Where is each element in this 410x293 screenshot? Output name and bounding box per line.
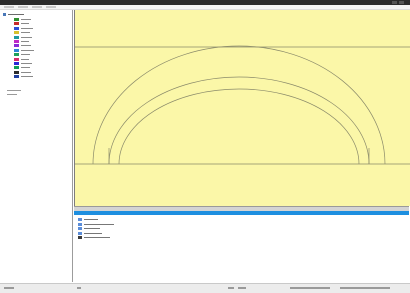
- tree-item-label: [21, 63, 32, 64]
- message-icon: [78, 227, 82, 230]
- tree-item[interactable]: [14, 70, 31, 74]
- status-field: [290, 287, 330, 289]
- tree-item-label: [21, 58, 29, 60]
- tree-item[interactable]: [14, 62, 32, 65]
- layer-color-icon: [14, 57, 19, 61]
- tree-item-label: [21, 45, 31, 47]
- menu-item[interactable]: [32, 6, 42, 8]
- message-text: [84, 232, 102, 234]
- messages-tab[interactable]: [74, 211, 409, 215]
- message-icon: [78, 218, 82, 221]
- outer-arc: [92, 45, 386, 165]
- layer-color-icon: [14, 26, 19, 30]
- model-icon: [3, 13, 6, 16]
- layer-color-icon: [14, 53, 19, 57]
- tree-item[interactable]: [14, 53, 30, 57]
- layer-color-icon: [14, 40, 19, 43]
- layer-color-icon: [14, 18, 19, 21]
- close-icon[interactable]: [399, 1, 404, 4]
- tree-item-label: [21, 41, 29, 42]
- minimize-icon[interactable]: [392, 1, 397, 4]
- tree-item-label: [21, 23, 29, 25]
- tree-item[interactable]: [14, 40, 29, 43]
- message-row[interactable]: [78, 227, 100, 230]
- tree-item-label: [21, 49, 34, 51]
- layer-color-icon: [14, 44, 19, 48]
- tree-item-label: [21, 67, 30, 69]
- tree-root-label: [8, 14, 24, 15]
- tree-item[interactable]: [14, 35, 32, 39]
- tree-item[interactable]: [7, 94, 17, 95]
- layer-color-icon: [14, 70, 19, 74]
- menu-item[interactable]: [46, 6, 56, 8]
- message-text: [84, 219, 98, 220]
- message-icon: [78, 236, 82, 239]
- message-text: [84, 223, 114, 225]
- tree-item[interactable]: [14, 31, 30, 35]
- model-tree-panel: [0, 10, 73, 282]
- layer-color-icon: [14, 66, 19, 70]
- message-row[interactable]: [78, 222, 114, 226]
- drawing-canvas[interactable]: [74, 10, 410, 206]
- message-row[interactable]: [78, 236, 110, 239]
- tree-item-label: [21, 36, 32, 38]
- tree-item[interactable]: [14, 75, 33, 79]
- tree-item-label: [21, 76, 33, 78]
- tree-item[interactable]: [14, 26, 33, 30]
- tree-item-label: [21, 54, 30, 56]
- menu-item[interactable]: [18, 6, 28, 8]
- tree-root[interactable]: [3, 13, 25, 16]
- tree-item[interactable]: [14, 48, 34, 52]
- tree-item-label: [21, 27, 33, 29]
- message-row[interactable]: [78, 231, 102, 235]
- tree-item[interactable]: [14, 22, 29, 26]
- middle-arc: [108, 76, 370, 165]
- tree-item[interactable]: [14, 57, 29, 61]
- tree-item-label: [21, 32, 30, 34]
- status-field: [228, 287, 234, 289]
- menu-item[interactable]: [4, 6, 14, 8]
- tree-item[interactable]: [14, 44, 31, 48]
- message-text: [84, 228, 100, 229]
- message-icon: [78, 231, 82, 235]
- inner-arc: [118, 88, 360, 165]
- geometry-drawing: [75, 45, 410, 165]
- tree-item-label: [21, 71, 31, 73]
- layer-color-icon: [14, 75, 19, 79]
- layer-color-icon: [14, 22, 19, 26]
- message-text: [84, 237, 110, 238]
- layer-color-icon: [14, 31, 19, 35]
- messages-panel: [74, 206, 409, 283]
- message-icon: [78, 222, 82, 226]
- tree-item[interactable]: [7, 90, 21, 91]
- layer-color-icon: [14, 35, 19, 39]
- status-field: [238, 287, 246, 289]
- tree-item[interactable]: [14, 18, 31, 21]
- layer-color-icon: [14, 62, 19, 65]
- layer-color-icon: [14, 48, 19, 52]
- message-row[interactable]: [78, 218, 98, 221]
- tree-item[interactable]: [14, 66, 30, 70]
- status-field: [340, 287, 390, 289]
- status-field: [77, 287, 81, 289]
- tree-item-label: [21, 19, 31, 20]
- status-field: [4, 287, 14, 289]
